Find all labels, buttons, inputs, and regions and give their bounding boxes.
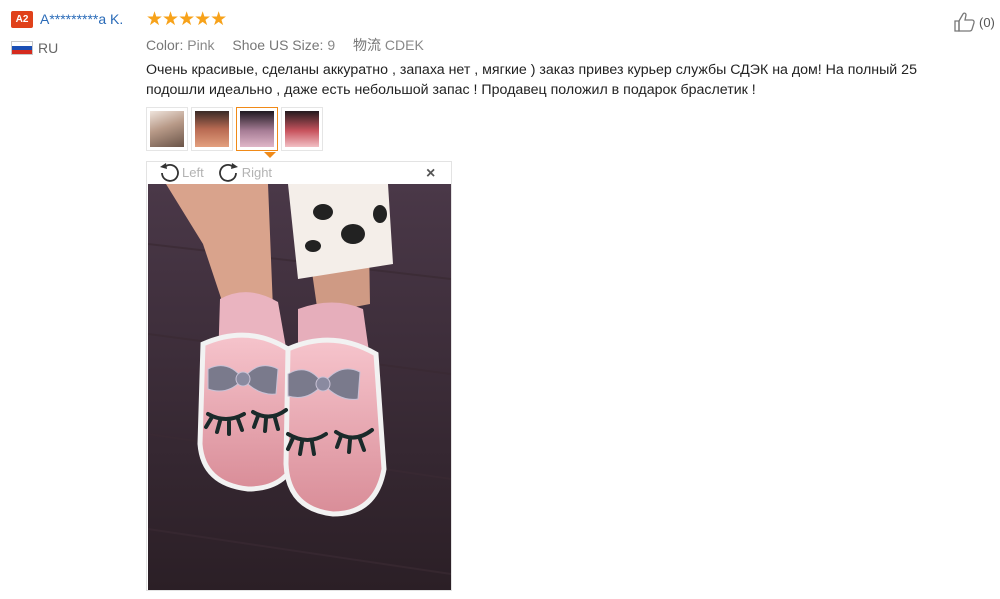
viewer-toolbar: Left Right	[158, 162, 286, 182]
reviewer-name[interactable]: A*********a K.	[40, 11, 123, 27]
country-flag-icon	[11, 41, 33, 55]
helpful-count: (0)	[979, 14, 995, 30]
photo-thumbnail[interactable]	[146, 107, 188, 151]
size-label: Shoe US Size:	[232, 37, 324, 53]
rotate-right-icon[interactable]	[218, 162, 240, 182]
photo-thumbnails	[146, 107, 323, 151]
photo-thumbnail[interactable]	[191, 107, 233, 151]
photo-thumbnail-selected[interactable]	[236, 107, 278, 151]
reviewer-level-badge: A2	[11, 11, 33, 28]
size-value: 9	[327, 37, 336, 53]
rating-stars: ★★★★★	[146, 9, 227, 30]
color-value: Pink	[187, 37, 215, 53]
review-photo	[148, 184, 451, 590]
color-label: Color:	[146, 37, 184, 53]
rotate-right-label[interactable]: Right	[242, 165, 272, 180]
shipping-label: 物流	[353, 37, 382, 53]
photo-thumbnail[interactable]	[281, 107, 323, 151]
review-text: Очень красивые, сделаны аккуратно , запа…	[146, 62, 917, 98]
helpful-button[interactable]: (0)	[953, 11, 995, 33]
reviewer-country: RU	[38, 40, 59, 56]
shipping-value: CDEK	[384, 37, 424, 53]
rotate-left-label[interactable]: Left	[182, 165, 204, 180]
rotate-left-icon[interactable]	[158, 162, 180, 182]
order-attributes: Color: Pink Shoe US Size: 9 物流 CDEK	[146, 35, 424, 55]
selected-thumb-pointer	[264, 152, 276, 158]
thumbs-up-icon	[954, 12, 975, 32]
close-viewer-button[interactable]: ×	[426, 165, 435, 183]
